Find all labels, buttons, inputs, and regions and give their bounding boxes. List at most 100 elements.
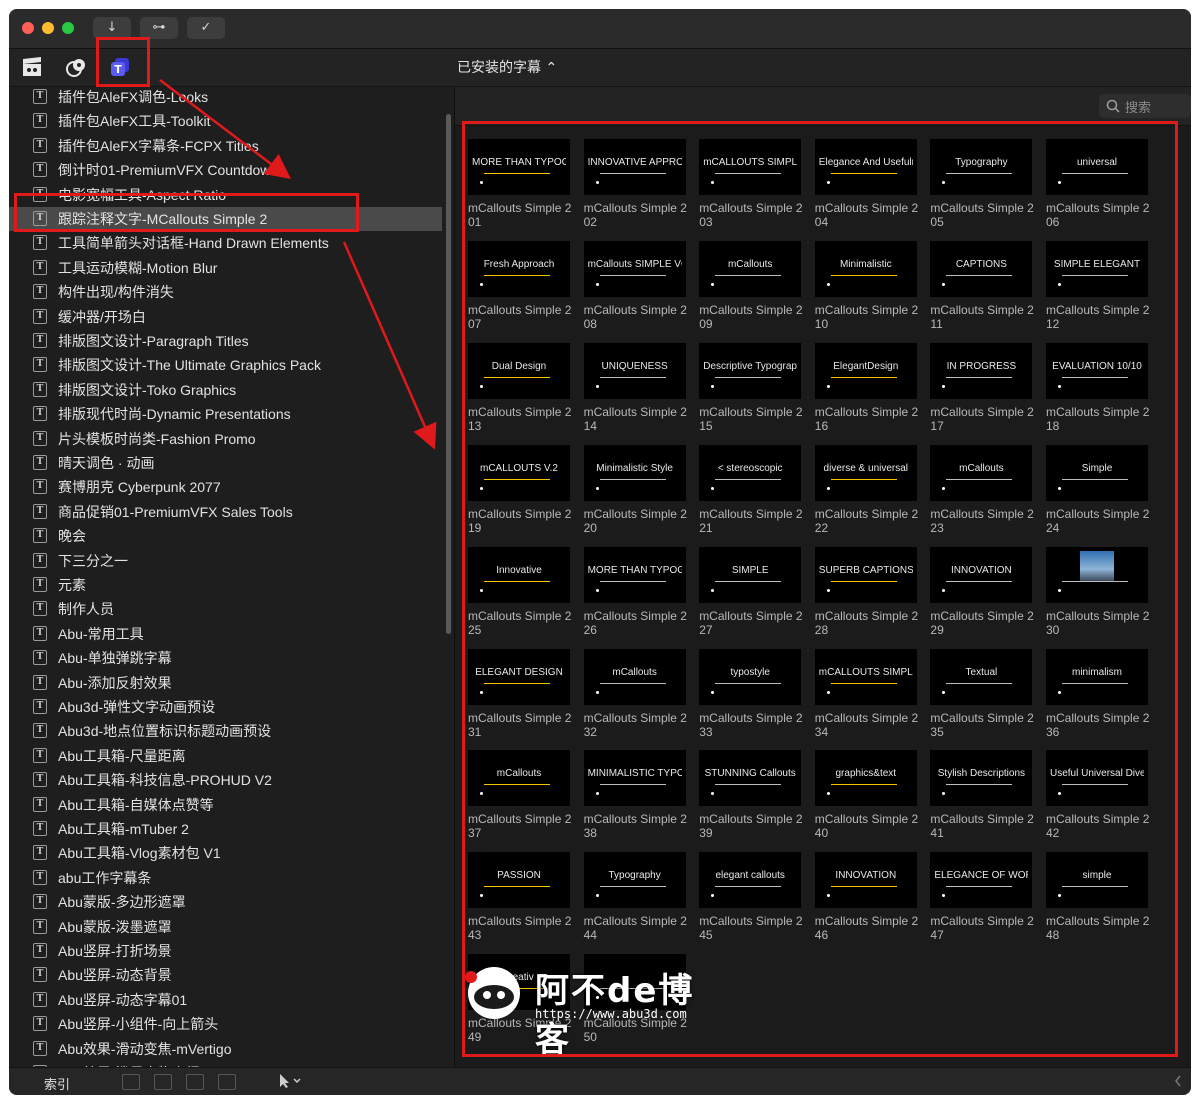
overwrite-clip-icon[interactable] (218, 1074, 236, 1090)
sidebar-item[interactable]: T Abu-添加反射效果 (9, 671, 442, 695)
title-thumbnail-item[interactable]: elegant callouts mCallouts Simple 2 45 (695, 846, 805, 944)
title-thumbnail-item[interactable]: graphics&text mCallouts Simple 2 40 (811, 744, 921, 842)
title-thumbnail-item[interactable]: STUNNING Callouts mCallouts Simple 2 39 (695, 744, 805, 842)
sidebar-item[interactable]: T 晚会 (9, 524, 442, 548)
sidebar-item[interactable]: T 排版图文设计-Toko Graphics (9, 378, 442, 402)
clapperboard-icon[interactable] (20, 56, 44, 78)
sidebar-item[interactable]: T Abu3d-弹性文字动画预设 (9, 695, 442, 719)
title-thumbnail-item[interactable]: INNOVATION mCallouts Simple 2 46 (811, 846, 921, 944)
title-thumbnail-item[interactable]: Typography mCallouts Simple 2 05 (926, 133, 1036, 231)
sidebar-item[interactable]: T 下三分之一 (9, 549, 442, 573)
sidebar-item[interactable]: T 排版图文设计-Paragraph Titles (9, 329, 442, 353)
title-thumbnail-item[interactable]: simple mCallouts Simple 2 48 (1042, 846, 1152, 944)
sidebar-item[interactable]: T Abu蒙版-泼墨遮罩 (9, 915, 442, 939)
title-thumbnail-item[interactable]: SUPERB CAPTIONS mCallouts Simple 2 28 (811, 541, 921, 639)
sidebar-item[interactable]: T Abu效果-滑动变焦-mVertigo (9, 1037, 442, 1061)
title-thumbnail-item[interactable]: Stylish Descriptions mCallouts Simple 2 4… (926, 744, 1036, 842)
title-thumbnail-item[interactable]: mCALLOUTS SIMPLE V.2 mCallouts Simple 2 0… (695, 133, 805, 231)
title-thumbnail-item[interactable]: SIMPLE mCallouts Simple 2 27 (695, 541, 805, 639)
sidebar-item[interactable]: T 插件包AleFX工具-Toolkit (9, 109, 442, 133)
title-thumbnail-item[interactable]: Typography mCallouts Simple 2 44 (580, 846, 690, 944)
title-thumbnail-item[interactable]: Useful Universal Diversified mCallouts Si… (1042, 744, 1152, 842)
title-thumbnail-item[interactable]: SIMPLE ELEGANT mCallouts Simple 2 12 (1042, 235, 1152, 333)
sidebar-item[interactable]: T 插件包AleFX字幕条-FCPX Titles (9, 134, 442, 158)
sidebar-item[interactable]: T 倒计时01-PremiumVFX Countdown (9, 158, 442, 182)
sidebar-item[interactable]: T 晴天调色 · 动画 (9, 451, 442, 475)
title-thumbnail-item[interactable]: mCALLOUTS V.2 mCallouts Simple 2 19 (464, 439, 574, 537)
sidebar-item[interactable]: T Abu竖屏-动态背景 (9, 963, 442, 987)
sidebar-item[interactable]: T Abu3d-地点位置标识标题动画预设 (9, 719, 442, 743)
title-thumbnail-item[interactable]: CAPTIONS mCallouts Simple 2 11 (926, 235, 1036, 333)
sidebar-item[interactable]: T 赛博朋克 Cyberpunk 2077 (9, 475, 442, 499)
title-thumbnail-item[interactable]: mCallouts mCallouts Simple 2 32 (580, 643, 690, 741)
titles-generators-icon[interactable]: T (108, 56, 132, 78)
title-thumbnail-item[interactable]: INNOVATIVE APPROACH mCallouts Simple 2 02 (580, 133, 690, 231)
title-thumbnail-item[interactable]: Innovative mCallouts Simple 2 25 (464, 541, 574, 639)
title-thumbnail-item[interactable]: universal mCallouts Simple 2 06 (1042, 133, 1152, 231)
index-button[interactable]: 索引 (44, 1074, 70, 1093)
sidebar-item[interactable]: T 插件包AleFX调色-Looks (9, 87, 442, 109)
title-thumbnail-item[interactable]: ELEGANCE OF WORDS mCallouts Simple 2 47 (926, 846, 1036, 944)
title-thumbnail-item[interactable]: mCallouts Simple 2 30 (1042, 541, 1152, 639)
photos-music-icon[interactable] (64, 56, 88, 78)
title-thumbnail-item[interactable]: mCallouts mCallouts Simple 2 23 (926, 439, 1036, 537)
sidebar-item[interactable]: T 工具运动模糊-Motion Blur (9, 256, 442, 280)
sidebar-item[interactable]: T 排版图文设计-The Ultimate Graphics Pack (9, 353, 442, 377)
sidebar-item[interactable]: T 电影宽幅工具-Aspect Ratio (9, 183, 442, 207)
title-thumbnail-item[interactable]: typostyle mCallouts Simple 2 33 (695, 643, 805, 741)
title-thumbnail-item[interactable]: ElegantDesign mCallouts Simple 2 16 (811, 337, 921, 435)
sidebar-item[interactable]: T Abu竖屏-打折场景 (9, 939, 442, 963)
title-thumbnail-item[interactable]: MORE THAN TYPOGRAPHY mCallouts Simple 2 0… (464, 133, 574, 231)
title-thumbnail-item[interactable]: Simple mCallouts Simple 2 24 (1042, 439, 1152, 537)
sidebar-item[interactable]: Tabu工作字幕条 (9, 866, 442, 890)
chevron-left-icon[interactable] (1173, 1074, 1183, 1088)
append-clip-icon[interactable] (186, 1074, 204, 1090)
title-thumbnail-item[interactable]: MORE THAN TYPOGRAPHY mCallouts Simple 2 2… (580, 541, 690, 639)
sidebar-item[interactable]: T 片头模板时尚类-Fashion Promo (9, 427, 442, 451)
title-thumbnail-item[interactable]: Descriptive Typography mCallouts Simple 2… (695, 337, 805, 435)
title-thumbnail-item[interactable]: Fresh Approach mCallouts Simple 2 07 (464, 235, 574, 333)
background-tasks-button[interactable]: ✓ (187, 17, 225, 39)
insert-clip-icon[interactable] (154, 1074, 172, 1090)
sidebar-item[interactable]: T Abu竖屏-小组件-向上箭头 (9, 1012, 442, 1036)
sidebar-item[interactable]: T 构件出现/构件消失 (9, 280, 442, 304)
library-title-popup[interactable]: 已安装的字幕 ⌃ (457, 57, 557, 77)
title-thumbnail-item[interactable]: UNIQUENESS mCallouts Simple 2 14 (580, 337, 690, 435)
sidebar-item[interactable]: T Abu工具箱-科技信息-PROHUD V2 (9, 768, 442, 792)
sidebar-item[interactable]: T Abu工具箱-Vlog素材包 V1 (9, 841, 442, 865)
close-window-button[interactable] (22, 22, 34, 34)
title-thumbnail-item[interactable]: Elegance And Usefulness mCallouts Simple … (811, 133, 921, 231)
title-thumbnail-item[interactable]: minimalism mCallouts Simple 2 36 (1042, 643, 1152, 741)
sidebar-item[interactable]: T 排版现代时尚-Dynamic Presentations (9, 402, 442, 426)
keywords-button[interactable]: ⊶ (140, 17, 178, 39)
title-thumbnail-item[interactable]: mCallouts SIMPLE VOLUME 2 mCallouts Simpl… (580, 235, 690, 333)
title-thumbnail-item[interactable]: IN PROGRESS mCallouts Simple 2 17 (926, 337, 1036, 435)
sidebar-item[interactable]: T 制作人员 (9, 597, 442, 621)
title-thumbnail-item[interactable]: PASSION mCallouts Simple 2 43 (464, 846, 574, 944)
title-thumbnail-item[interactable]: INNOVATION mCallouts Simple 2 29 (926, 541, 1036, 639)
sidebar-item[interactable]: T 元素 (9, 573, 442, 597)
title-thumbnail-item[interactable]: Dual Design mCallouts Simple 2 13 (464, 337, 574, 435)
title-thumbnail-item[interactable]: diverse & universal mCallouts Simple 2 22 (811, 439, 921, 537)
title-thumbnail-item[interactable]: ELEGANT DESIGN mCallouts Simple 2 31 (464, 643, 574, 741)
sidebar-item[interactable]: T Abu工具箱-mTuber 2 (9, 817, 442, 841)
sidebar-item[interactable]: T Abu-常用工具 (9, 622, 442, 646)
sidebar-item[interactable]: T 跟踪注释文字-MCallouts Simple 2 (9, 207, 442, 231)
sidebar-item[interactable]: T Abu工具箱-自媒体点赞等 (9, 793, 442, 817)
title-thumbnail-item[interactable]: MINIMALISTIC TYPOGRAPHY mCallouts Simple … (580, 744, 690, 842)
sidebar-item[interactable]: T 商品促销01-PremiumVFX Sales Tools (9, 500, 442, 524)
sidebar-item[interactable]: T Abu竖屏-动态字幕01 (9, 988, 442, 1012)
sidebar-item[interactable]: T Abu蒙版-多边形遮罩 (9, 890, 442, 914)
title-thumbnail-item[interactable]: Textual mCallouts Simple 2 35 (926, 643, 1036, 741)
sidebar-item[interactable]: T 工具简单箭头对话框-Hand Drawn Elements (9, 231, 442, 255)
title-thumbnail-item[interactable]: Minimalistic Style mCallouts Simple 2 20 (580, 439, 690, 537)
sidebar-item[interactable]: T Abu工具箱-尺量距离 (9, 744, 442, 768)
select-tool-icon[interactable] (277, 1073, 305, 1089)
search-field[interactable]: 搜索 (1099, 94, 1191, 118)
title-thumbnail-item[interactable]: Minimalistic mCallouts Simple 2 10 (811, 235, 921, 333)
title-thumbnail-item[interactable]: mCallouts mCallouts Simple 2 09 (695, 235, 805, 333)
sidebar-item[interactable]: T Abu-单独弹跳字幕 (9, 646, 442, 670)
zoom-window-button[interactable] (62, 22, 74, 34)
connect-clip-icon[interactable] (122, 1074, 140, 1090)
title-thumbnail-item[interactable]: mCallouts mCallouts Simple 2 37 (464, 744, 574, 842)
